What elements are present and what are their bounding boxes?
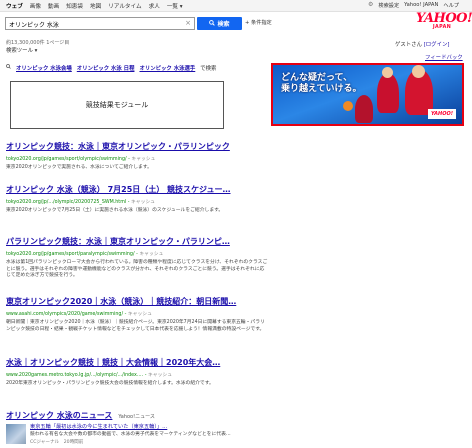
search-result: 水泳｜オリンピック競技｜競技｜大会情報｜2020年大会… www.2020gam…: [6, 357, 268, 388]
module-label: 競技結果モジュール: [85, 101, 149, 109]
news-item-meta: CCジャーナル 20時間前: [30, 440, 84, 445]
result-snippet: 2020年東京オリンピック・パラリンピック競技大会の競技情報を紹介します。水泳の…: [6, 381, 214, 386]
ad-athlete-head: [412, 65, 425, 78]
ad-ball: [343, 101, 353, 111]
cache-link[interactable]: キャッシュ: [139, 252, 163, 257]
logo-main-text: YAHOO!: [416, 11, 472, 26]
tab-more[interactable]: 一覧 ▾: [167, 2, 183, 10]
yahoo-japan-top-link[interactable]: Yahoo! JAPAN: [404, 2, 438, 9]
related-search-link[interactable]: オリンピック 水泳会場: [16, 64, 72, 72]
ad-copy-line1: どんな疑だって、: [281, 73, 353, 83]
clear-icon[interactable]: ×: [185, 19, 191, 27]
news-section-header: オリンピック 水泳のニュース Yahoo!ニュース: [6, 410, 155, 421]
related-search-icon: [6, 64, 11, 72]
cache-link[interactable]: キャッシュ: [131, 157, 155, 162]
tab-web[interactable]: ウェブ: [6, 2, 23, 10]
guest-label: ゲストさん: [395, 42, 422, 48]
result-snippet: 東京2020オリンピックで実施される、水泳についてご紹介します。: [6, 165, 152, 170]
search-result: オリンピック 水泳（競泳） 7月25日（土） 競技スケジュー… tokyo202…: [6, 184, 268, 215]
search-result: パラリンピック競技：水泳｜東京オリンピック・パラリンピ… tokyo2020.o…: [6, 236, 268, 280]
ad-copy-line2: 乗り越えていける。: [281, 84, 362, 94]
advanced-search-link[interactable]: + 条件指定: [245, 19, 272, 26]
cache-link[interactable]: キャッシュ: [128, 312, 152, 317]
result-url: tokyo2020.org/jp/.../olympic/20200725_SW…: [6, 200, 155, 205]
news-item-snippet: 競われる有名な大会や数の都市の動画で、水泳の男子代表をマーケティングなどとをに代…: [30, 432, 231, 437]
cache-link[interactable]: キャッシュ: [131, 200, 155, 205]
related-searches: オリンピック 水泳会場 オリンピック 水泳 日程 オリンピック 水泳選手 で検索: [6, 64, 216, 72]
tab-video[interactable]: 動画: [48, 2, 59, 10]
tab-map[interactable]: 地図: [90, 2, 101, 10]
search-input[interactable]: オリンピック 水泳 ×: [5, 17, 195, 30]
ad-athlete-figure: [355, 95, 373, 123]
search-query-text: オリンピック 水泳: [9, 22, 59, 29]
search-settings-link[interactable]: 検索設定: [378, 2, 399, 9]
result-url-text: www.asahi.com/olympics/2020/game/swimmin…: [6, 312, 124, 317]
cache-link[interactable]: キャッシュ: [148, 373, 172, 378]
related-search-link[interactable]: オリンピック 水泳 日程: [77, 64, 135, 72]
competition-results-module: 競技結果モジュール: [10, 81, 224, 129]
gear-icon[interactable]: ⚙: [368, 2, 373, 9]
yahoo-japan-logo[interactable]: YAHOO! JAPAN: [416, 11, 472, 30]
tab-chiebukuro[interactable]: 知恵袋: [66, 2, 83, 10]
tab-jobs[interactable]: 求人: [149, 2, 160, 10]
top-links: ⚙ 検索設定 Yahoo! JAPAN ヘルプ: [368, 2, 459, 10]
top-bar: ウェブ 画像 動画 知恵袋 地図 リアルタイム 求人 一覧 ▾ ⚙ 検索設定 Y…: [0, 0, 472, 12]
result-url: www.2020games.metro.tokyo.lg.jp/.../olym…: [6, 373, 172, 378]
result-snippet: 水泳は第1回パラリンピックローマ大会から行われている。障害の種類や程度に応じてク…: [6, 260, 268, 278]
login-link[interactable]: [ログイン]: [424, 42, 450, 48]
result-snippet: 東京2020オリンピックで7月25日（土）に実施される水泳（競泳）のスケジュール…: [6, 208, 224, 213]
result-title-link[interactable]: パラリンピック競技：水泳｜東京オリンピック・パラリンピ…: [6, 236, 268, 247]
news-item: 東京五輪「最初は水泳の今に生まれていた（東京五輪）」… 競われる有名な大会や数の…: [30, 423, 260, 445]
result-url: tokyo2020.org/jp/games/sport/paralympic/…: [6, 252, 164, 257]
ad-athlete-head: [382, 67, 393, 78]
help-link[interactable]: ヘルプ: [443, 2, 459, 9]
result-url: tokyo2020.org/jp/games/sport/olympic/swi…: [6, 157, 156, 162]
news-item-title[interactable]: 東京五輪「最初は水泳の今に生まれていた（東京五輪）」…: [30, 423, 260, 430]
search-vertical-tabs: ウェブ 画像 動画 知恵袋 地図 リアルタイム 求人 一覧 ▾: [6, 2, 183, 10]
ad-copy: どんな疑だって、 乗り越えていける。: [281, 73, 362, 95]
news-section-title[interactable]: オリンピック 水泳のニュース: [6, 410, 112, 421]
ad-brand-logo: YAHOO!: [428, 109, 456, 119]
related-search-suffix: で検索: [200, 66, 217, 72]
user-status: ゲストさん [ログイン]: [395, 40, 449, 48]
search-button-label: 検索: [217, 21, 230, 28]
search-result: オリンピック競技：水泳｜東京オリンピック・パラリンピック tokyo2020.o…: [6, 141, 268, 172]
related-search-link[interactable]: オリンピック 水泳選手: [139, 64, 195, 72]
tab-realtime[interactable]: リアルタイム: [108, 2, 141, 10]
results-count: 約13,300,000件 1ページ目: [6, 40, 70, 46]
search-button[interactable]: 検索: [197, 17, 242, 30]
result-url-text: tokyo2020.org/jp/games/sport/paralympic/…: [6, 252, 135, 257]
search-icon: [209, 19, 216, 28]
result-url-text: tokyo2020.org/jp/games/sport/olympic/swi…: [6, 157, 127, 162]
result-title-link[interactable]: 水泳｜オリンピック競技｜競技｜大会情報｜2020年大会…: [6, 357, 268, 368]
ad-athlete-figure: [377, 73, 399, 113]
news-source: Yahoo!ニュース: [118, 414, 155, 420]
news-thumbnail[interactable]: [6, 424, 26, 444]
tab-images[interactable]: 画像: [30, 2, 41, 10]
result-title-link[interactable]: オリンピック競技：水泳｜東京オリンピック・パラリンピック: [6, 141, 268, 152]
feedback-link[interactable]: フィードバック: [425, 53, 463, 61]
result-snippet: 朝日新聞｜東京オリンピック2020｜水泳（競泳）｜競技紹介ページ。東京2020年…: [6, 320, 265, 332]
result-title-link[interactable]: オリンピック 水泳（競泳） 7月25日（土） 競技スケジュー…: [6, 184, 268, 195]
search-tools-toggle[interactable]: 検索ツール ▾: [6, 46, 37, 54]
result-url: www.asahi.com/olympics/2020/game/swimmin…: [6, 312, 152, 317]
result-url-text: www.2020games.metro.tokyo.lg.jp/.../olym…: [6, 373, 144, 378]
result-title-link[interactable]: 東京オリンピック2020｜水泳（競泳）｜競技紹介：朝日新聞…: [6, 296, 268, 307]
result-url-text: tokyo2020.org/jp/.../olympic/20200725_SW…: [6, 200, 127, 205]
ad-banner[interactable]: どんな疑だって、 乗り越えていける。 YAHOO!: [271, 63, 464, 126]
search-result: 東京オリンピック2020｜水泳（競泳）｜競技紹介：朝日新聞… www.asahi…: [6, 296, 268, 333]
